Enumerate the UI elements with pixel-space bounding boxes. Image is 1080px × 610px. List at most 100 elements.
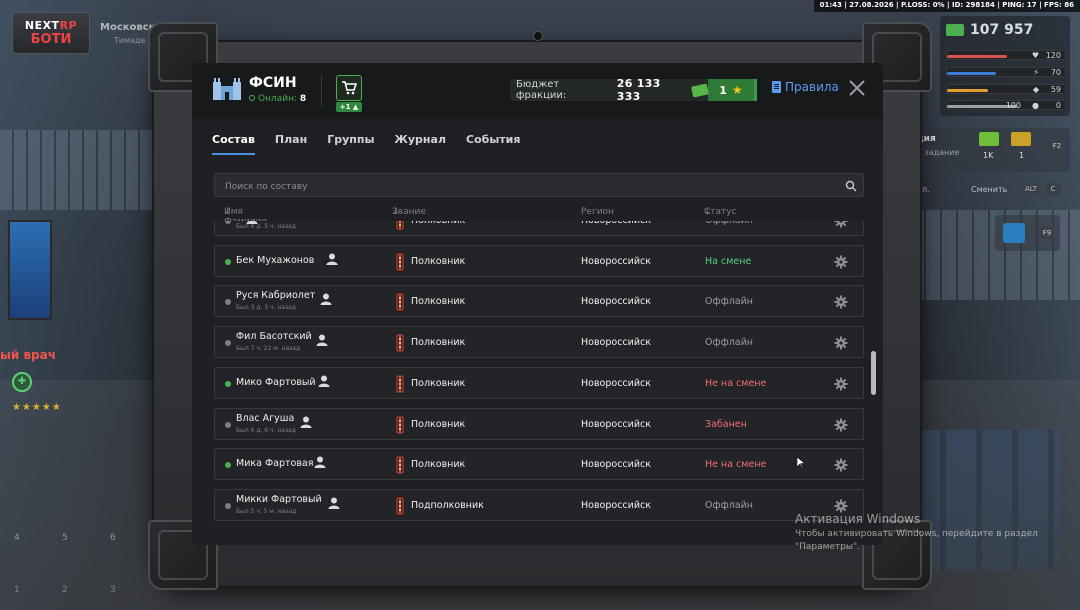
table-row[interactable]: Руся Кабриолет Был 3 д. 3 ч. назад Полковн… [214,285,864,317]
scrollbar[interactable] [871,351,876,395]
rank-epaulette-icon [396,221,404,230]
member-status: На смене [705,256,752,267]
cash-icon [691,82,709,98]
hotbar-slot[interactable]: 2 [62,585,110,595]
user-profile-icon[interactable] [313,455,327,469]
gold-reward-icon [1011,132,1031,146]
sort-arrow-icon: ↓ [704,207,712,217]
user-profile-icon[interactable] [299,415,313,429]
gear-icon[interactable] [834,295,848,309]
gear-icon[interactable] [834,221,848,228]
background-poster [8,220,52,320]
hud-stat-icon: ◆ [1032,85,1039,94]
user-profile-icon[interactable] [327,496,341,510]
gear-icon[interactable] [834,377,848,391]
tablet-camera [533,31,543,41]
shop-button[interactable] [336,75,362,101]
faction-name: ФСИН [249,75,297,91]
reward-amount-2: 1 [1019,151,1025,160]
tab-events[interactable]: События [466,133,520,155]
tab-journal[interactable]: Журнал [394,133,446,155]
member-region: Новороссийск [581,378,651,389]
member-status: Не на смене [705,459,767,470]
hotbar-slot[interactable]: 1 [14,585,62,595]
member-name: Влас Агуша [236,413,295,424]
hud-stat-value: 70 [1050,68,1061,77]
panel-tabs: Состав План Группы Журнал События [212,133,540,155]
gear-icon[interactable] [834,255,848,269]
col-region: Регион [581,207,614,217]
member-rank: Полковник [411,337,466,348]
shield-icon: ✚ [12,372,32,392]
sort-arrow-icon: ↓ [224,207,232,217]
rules-link[interactable]: Правила [772,80,839,94]
search-input[interactable] [215,176,863,198]
gear-icon[interactable] [834,336,848,350]
member-status: Оффлайн [705,221,753,226]
hotbar-slot[interactable]: 4 [14,533,62,543]
status-dot-icon [225,259,231,265]
tab-plan[interactable]: План [275,133,307,155]
quest-panel[interactable]: ция е задание 1K 1 F2 [915,128,1070,172]
faction-stars: 1 ★ [707,79,758,101]
cart-icon [342,81,357,95]
user-profile-icon[interactable] [319,292,333,306]
user-profile-icon[interactable] [315,333,329,347]
alt-key: ALT [1023,183,1039,195]
user-profile-icon[interactable] [325,252,339,266]
gear-icon[interactable] [834,499,848,513]
reward-amount-1: 1K [983,151,994,160]
table-row[interactable]: Мика Фартовая Полковник Новороссийск Не на … [214,448,864,480]
hotbar-slot[interactable]: 3 [110,585,158,595]
hud-stat-icon: ● [1032,101,1039,110]
last-seen: Был 5 ч. 5 м. назад [236,508,297,515]
member-rank: Полковник [411,221,465,226]
rank-epaulette-icon [396,416,404,434]
region-sub-label: Тимаде [114,36,146,45]
hud-stat-bar [947,89,988,92]
rank-epaulette-icon [396,253,404,271]
gear-icon[interactable] [834,418,848,432]
search-icon[interactable] [845,180,857,192]
hud-stat-value: 120 [1045,51,1061,60]
c-key: C [1045,183,1061,195]
status-dot-icon [225,299,231,305]
online-indicator: Онлайн: 8 [249,94,306,104]
hud-stat-row: ◆ 59 [946,84,1066,94]
tab-groups[interactable]: Группы [327,133,374,155]
member-rank: Полковник [411,296,466,307]
calculator-widget[interactable]: F9 [995,215,1060,251]
faction-panel: ФСИН Онлайн: 8 +1 ▲ Бюджет фракции: 26 1… [192,63,883,545]
background-window-left [0,130,160,210]
hotbar-slot[interactable]: 5 [62,533,110,543]
gear-icon[interactable] [834,458,848,472]
table-row[interactable]: Микки Фартовый Был 5 ч. 5 м. назад Подполк… [214,489,864,521]
online-count: 8 [299,94,307,104]
table-row[interactable]: Фил Басотский Был 7 ч. 22 м. назад Полковн… [214,326,864,358]
hud-stat-row: ♥ 120 [946,50,1066,60]
member-name: Мика Фартовая [236,458,314,469]
member-rank: Полковник [411,256,466,267]
last-seen: Был 3 д. 3 ч. назад [236,304,296,311]
user-profile-icon[interactable] [245,221,259,225]
hud-stat-icon: ⚡ [1033,68,1039,77]
rank-epaulette-icon [396,456,404,474]
tab-sostav[interactable]: Состав [212,133,255,155]
user-profile-icon[interactable] [317,374,331,388]
star-icon: ★ [731,83,743,97]
member-status: Забанен [705,419,747,430]
table-row[interactable]: Бек Мухажонов Полковник Новороссийск На сме… [214,245,864,277]
member-name: Руся Кабриолет [236,290,316,301]
hotbar-bottom: 123 [14,585,158,595]
member-name: Мико Фартовый [236,377,316,388]
sort-arrow-icon: ↓ [392,207,400,217]
table-row[interactable]: Мико Фартовый Полковник Новороссийск Не на … [214,367,864,399]
swap-panel: кл. Сменить ALT C [915,180,1070,200]
status-dot-icon [225,221,231,224]
rank-epaulette-icon [396,334,404,352]
table-row[interactable]: Влас Агуша Был 6 д. 6 ч. назад Полковник Но… [214,408,864,440]
close-icon[interactable] [848,79,866,97]
table-header: Имя Фамилия ↓ Звание ↓ Регион Статус ↓ [224,207,737,227]
hud-stat-bar [947,55,1007,58]
table-row[interactable]: Был 6 д. 5 ч. назадПолковникНовороссийск… [214,221,864,236]
